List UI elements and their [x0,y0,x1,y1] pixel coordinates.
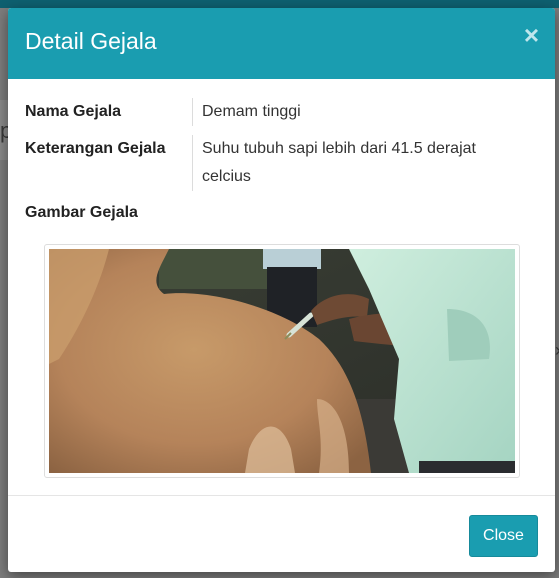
nama-gejala-label: Nama Gejala [25,103,122,120]
detail-row-nama: Nama Gejala Demam tinggi [8,98,555,126]
modal-title: Detail Gejala [25,28,157,54]
symptom-image [49,249,515,473]
cow-injection-photo [49,249,515,473]
close-icon[interactable]: × [524,22,539,48]
keterangan-gejala-value: Suhu tubuh sapi lebih dari 41.5 derajat … [202,140,476,185]
detail-gejala-modal: Detail Gejala × Nama Gejala Demam tinggi… [8,8,555,572]
symptom-image-frame [44,244,520,478]
close-button[interactable]: Close [469,515,538,557]
gambar-gejala-label: Gambar Gejala [25,204,138,221]
page-content-edge: p [0,100,12,160]
modal-body: Nama Gejala Demam tinggi Keterangan Geja… [8,79,555,495]
column-divider [192,98,193,126]
page-navbar [0,0,559,8]
modal-footer: Close [8,495,555,572]
detail-row-keterangan: Keterangan Gejala Suhu tubuh sapi lebih … [8,135,555,191]
column-divider [192,135,193,191]
modal-header: Detail Gejala × [8,8,555,79]
keterangan-gejala-label: Keterangan Gejala [25,140,166,157]
page-edge-glyph-right: › [555,340,559,361]
detail-row-gambar: Gambar Gejala [8,199,555,227]
nama-gejala-value: Demam tinggi [202,103,301,120]
